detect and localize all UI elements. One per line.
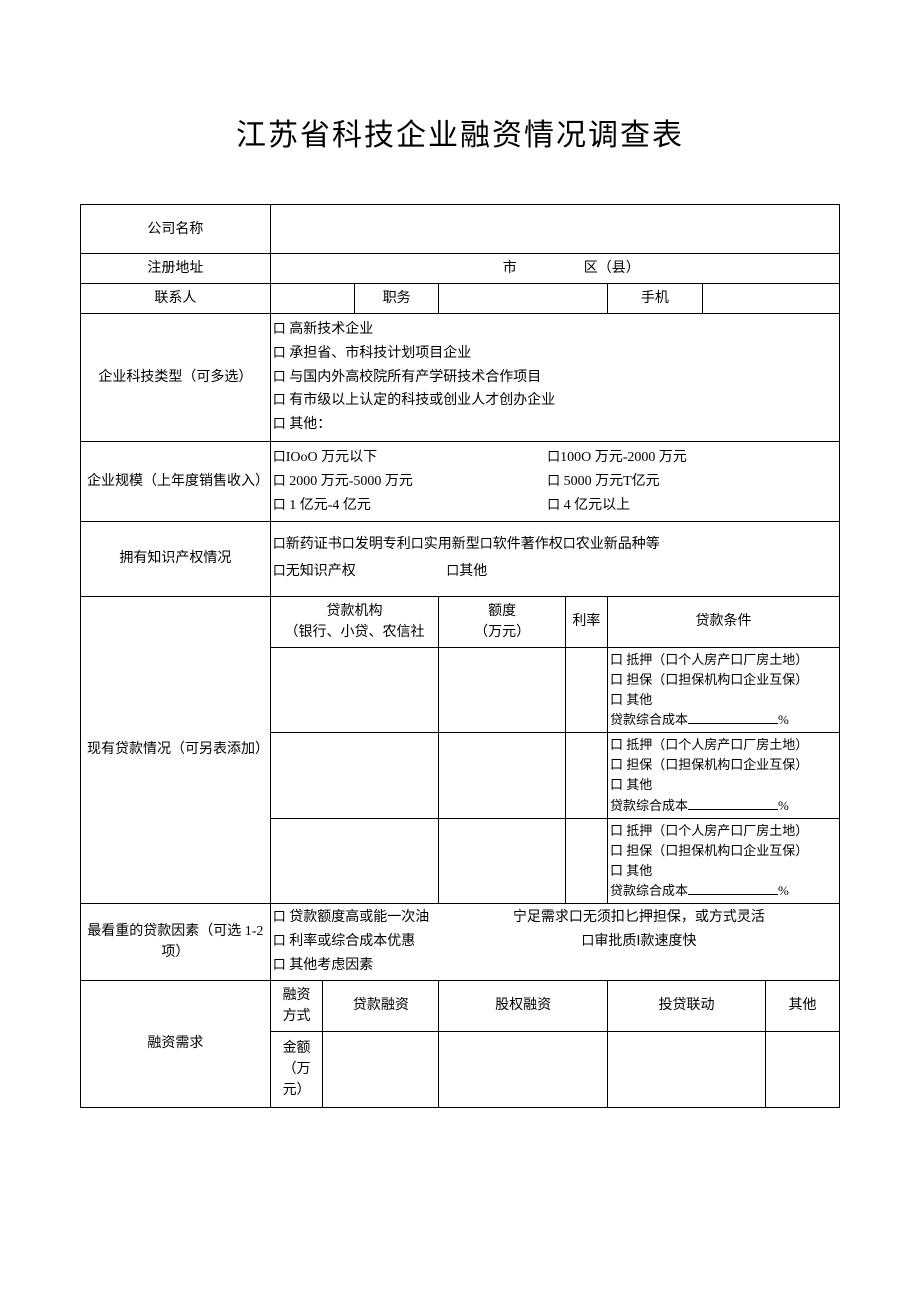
loan-row-amount[interactable] [439, 818, 565, 904]
demand-equity: 股权融资 [439, 980, 608, 1031]
label-ip: 拥有知识产权情况 [81, 522, 271, 596]
field-ip[interactable]: 口新药证书口发明专利口实用新型口软件著作权口农业新品种等 口无知识产权 口其他 [270, 522, 839, 596]
loan-row-rate[interactable] [565, 818, 607, 904]
loan-hdr-rate: 利率 [565, 596, 607, 647]
field-scale[interactable]: 口IOoO 万元以下 口100O 万元-2000 万元 口 2000 万元-50… [270, 441, 839, 521]
field-addr[interactable]: 市 区（县） [270, 254, 839, 284]
label-contact: 联系人 [81, 284, 271, 314]
label-loans: 现有贷款情况（可另表添加） [81, 596, 271, 904]
loan-row-inst[interactable] [270, 733, 439, 819]
demand-equity-amount[interactable] [439, 1031, 608, 1107]
loan-row-inst[interactable] [270, 647, 439, 733]
page-title: 江苏省科技企业融资情况调查表 [80, 110, 840, 154]
demand-loan-amount[interactable] [323, 1031, 439, 1107]
loan-row-inst[interactable] [270, 818, 439, 904]
loan-hdr-cond: 贷款条件 [607, 596, 839, 647]
loan-row-rate[interactable] [565, 733, 607, 819]
loan-row-rate[interactable] [565, 647, 607, 733]
loan-row-amount[interactable] [439, 647, 565, 733]
label-position: 职务 [355, 284, 439, 314]
field-factors-left[interactable]: 口 贷款额度高或能一次油 口 利率或综合成本优惠 口 其他考虑因素 [270, 904, 439, 980]
loan-hdr-amount: 额度 （万元） [439, 596, 565, 647]
demand-other-amount[interactable] [766, 1031, 840, 1107]
field-techtype[interactable]: 口 高新技术企业 口 承担省、市科技计划项目企业 口 与国内外高校院所有产学研技… [270, 314, 839, 442]
page: 江苏省科技企业融资情况调查表 公司名称 注册地址 市 [0, 0, 920, 1301]
field-mobile[interactable] [702, 284, 839, 314]
field-company[interactable] [270, 205, 839, 254]
loan-hdr-inst: 贷款机构 （银行、小贷、农信社 [270, 596, 439, 647]
demand-linked-amount[interactable] [607, 1031, 765, 1107]
label-mobile: 手机 [607, 284, 702, 314]
demand-linked: 投贷联动 [607, 980, 765, 1031]
label-addr: 注册地址 [81, 254, 271, 284]
loan-row-amount[interactable] [439, 733, 565, 819]
label-factors: 最看重的贷款因素（可选 1-2 项） [81, 904, 271, 980]
label-scale: 企业规模（上年度销售收入） [81, 441, 271, 521]
demand-loan: 贷款融资 [323, 980, 439, 1031]
loan-row-cond[interactable]: 口 抵押（口个人房产口厂房土地） 口 担保（口担保机构口企业互保） 口 其他 贷… [607, 647, 839, 733]
loan-row-cond[interactable]: 口 抵押（口个人房产口厂房土地） 口 担保（口担保机构口企业互保） 口 其他 贷… [607, 733, 839, 819]
label-techtype: 企业科技类型（可多选） [81, 314, 271, 442]
field-factors-right[interactable]: 宁足需求口无须扣匕押担保，或方式灵活 口审批质Ⅰ款速度快 [439, 904, 840, 980]
demand-amount-label: 金额（万元） [270, 1031, 323, 1107]
loan-row-cond[interactable]: 口 抵押（口个人房产口厂房土地） 口 担保（口担保机构口企业互保） 口 其他 贷… [607, 818, 839, 904]
field-position[interactable] [439, 284, 608, 314]
survey-form: 公司名称 注册地址 市 区（县） 联系人 职务 手机 企业科技类型（可多选） [80, 204, 840, 1108]
addr-city: 市 [503, 261, 517, 276]
demand-other: 其他 [766, 980, 840, 1031]
demand-mode-label: 融资方式 [270, 980, 323, 1031]
label-demand: 融资需求 [81, 980, 271, 1107]
label-company: 公司名称 [81, 205, 271, 254]
addr-area: 区（县） [584, 261, 640, 276]
field-contact[interactable] [270, 284, 354, 314]
